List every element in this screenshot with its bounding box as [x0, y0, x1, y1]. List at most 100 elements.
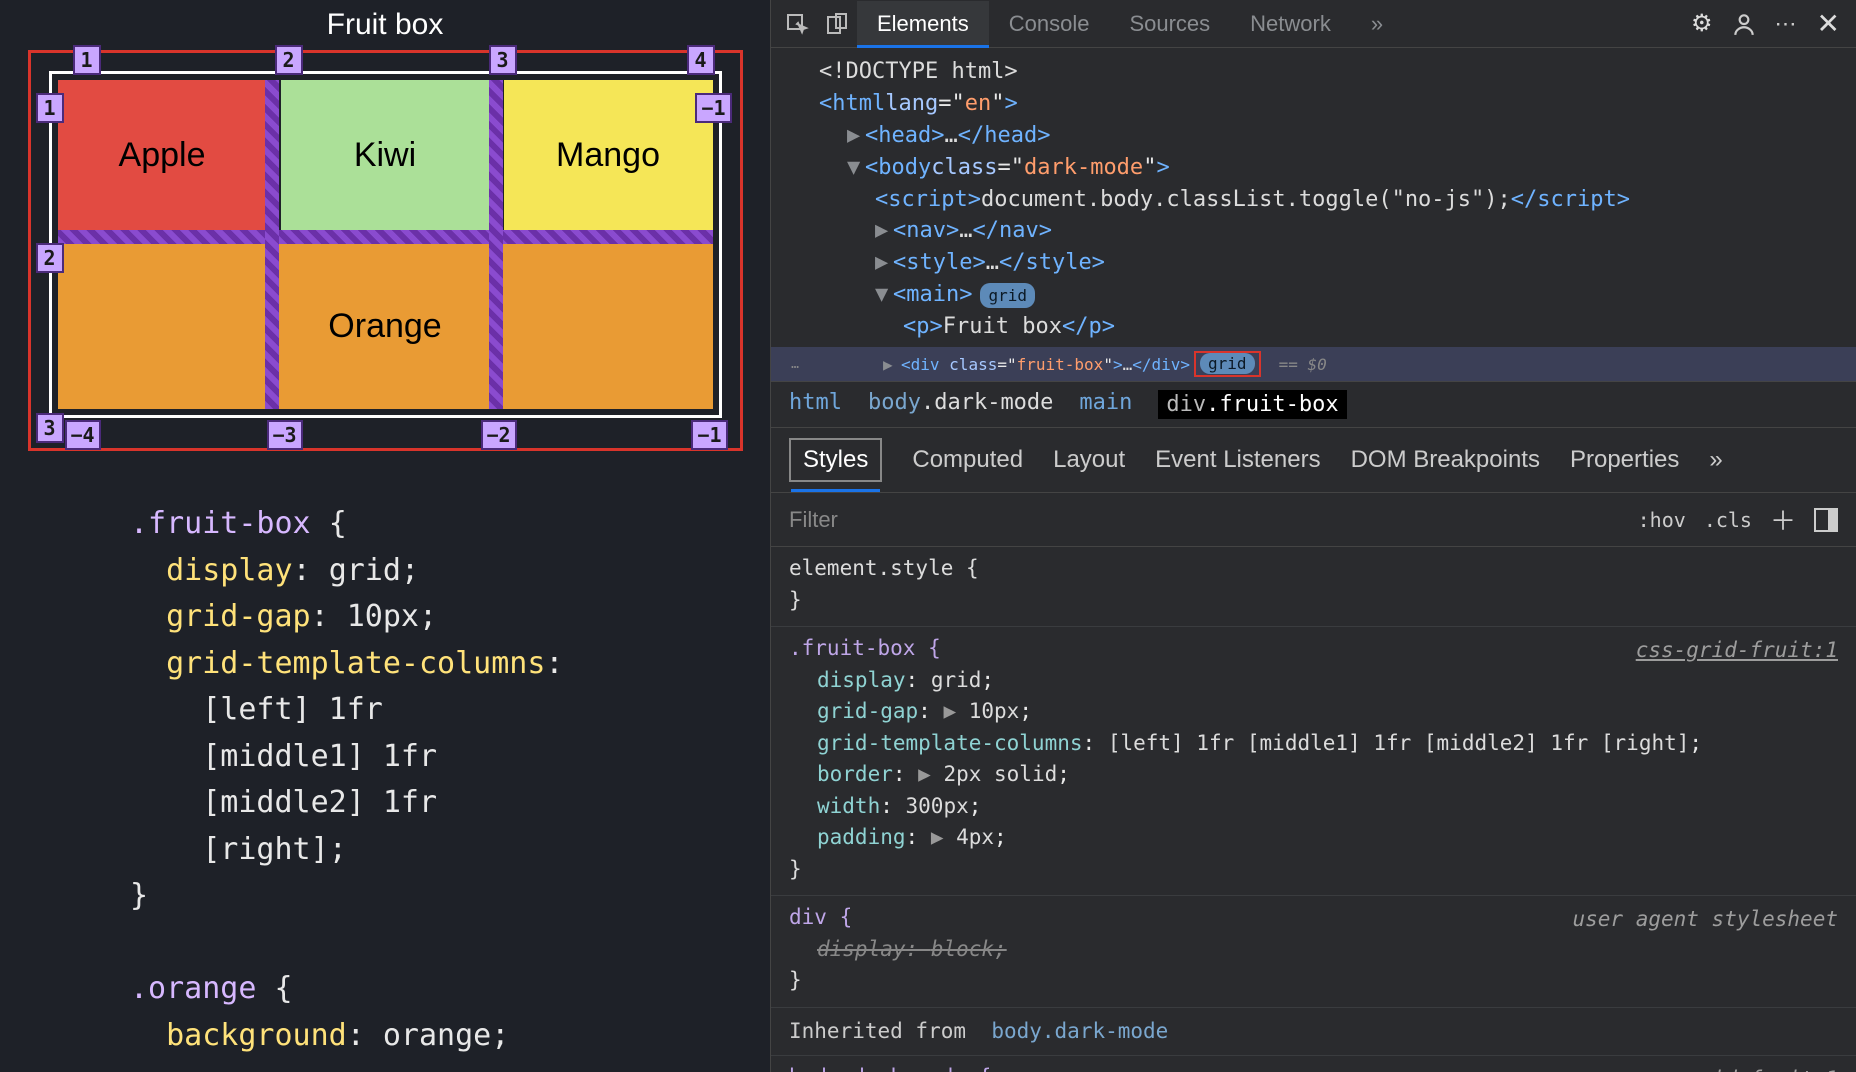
- settings-icon[interactable]: ⚙: [1691, 9, 1713, 38]
- rule-selector[interactable]: div {: [789, 905, 852, 929]
- dom-node[interactable]: <!DOCTYPE html>: [819, 56, 1018, 88]
- tab-computed[interactable]: Computed: [912, 446, 1023, 474]
- tab-event-listeners[interactable]: Event Listeners: [1155, 446, 1320, 474]
- css-val[interactable]: block: [931, 937, 994, 961]
- dom-selected-row[interactable]: … ▶<div class="fruit-box">…</div> grid =…: [771, 347, 1856, 381]
- rule-selector[interactable]: body.dark-mode {: [789, 1065, 991, 1072]
- styles-pane[interactable]: element.style { } css-grid-fruit:1 .frui…: [771, 547, 1856, 1072]
- tab-sources[interactable]: Sources: [1109, 1, 1230, 47]
- rule-element-style[interactable]: element.style { }: [771, 547, 1856, 627]
- tab-elements[interactable]: Elements: [857, 1, 989, 47]
- css-val[interactable]: 10px: [969, 699, 1020, 723]
- css-prop: background: [166, 1018, 347, 1053]
- css-prop: grid-template-columns: [166, 646, 545, 681]
- dom-node[interactable]: <body: [865, 152, 931, 184]
- grid-line-tag: 2: [36, 243, 64, 273]
- css-val[interactable]: grid: [931, 668, 982, 692]
- styles-tabbar: Styles Computed Layout Event Listeners D…: [771, 428, 1856, 493]
- tab-properties[interactable]: Properties: [1570, 446, 1679, 474]
- css-val: [right]: [202, 832, 328, 867]
- toggle-sidebar-icon[interactable]: [1814, 508, 1838, 532]
- dom-node[interactable]: <p>: [903, 311, 943, 343]
- css-prop[interactable]: width: [817, 794, 880, 818]
- grid-line-tag: 2: [275, 45, 303, 75]
- tab-dom-breakpoints[interactable]: DOM Breakpoints: [1351, 446, 1540, 474]
- crumb-div[interactable]: div.fruit-box: [1158, 390, 1346, 419]
- grid-line-tag: −1: [691, 420, 727, 450]
- fruit-box-grid: Apple Kiwi Mango Orange: [49, 71, 722, 418]
- css-val[interactable]: 300px: [906, 794, 969, 818]
- grid-cell-kiwi: Kiwi: [281, 80, 490, 230]
- rule-source-link[interactable]: css-grid-fruit:1: [1636, 635, 1838, 667]
- dom-node[interactable]: <head>: [865, 120, 944, 152]
- dom-tree[interactable]: <!DOCTYPE html> <html lang="en"> ▶<head>…: [771, 48, 1856, 347]
- cls-toggle[interactable]: .cls: [1704, 508, 1752, 532]
- rule-source-link[interactable]: css-grid-fruit:1: [1636, 1064, 1838, 1072]
- grid-line-tag: −1: [695, 93, 731, 123]
- css-val: 10px: [347, 599, 419, 634]
- device-toolbar-icon[interactable]: [817, 4, 857, 44]
- devtools-tabbar: Elements Console Sources Network » ⚙ ⋯ ✕: [771, 0, 1856, 48]
- rule-body-dark[interactable]: css-grid-fruit:1 body.dark-mode {: [771, 1056, 1856, 1072]
- css-prop[interactable]: padding: [817, 825, 906, 849]
- kebab-menu-icon[interactable]: ⋯: [1775, 11, 1799, 37]
- grid-cell-apple: Apple: [58, 80, 267, 230]
- tab-network[interactable]: Network: [1230, 1, 1351, 47]
- grid-line-tag: 1: [36, 93, 64, 123]
- grid-line-tag: 4: [687, 45, 715, 75]
- css-prop[interactable]: display: [817, 668, 906, 692]
- dollar-zero: == $0: [1279, 355, 1327, 374]
- css-selector: .fruit-box: [130, 506, 311, 541]
- crumb-html[interactable]: html: [789, 390, 842, 419]
- css-val: orange: [383, 1018, 491, 1053]
- dom-node[interactable]: <script>: [875, 184, 981, 216]
- account-icon[interactable]: [1731, 11, 1757, 37]
- rule-selector[interactable]: element.style {: [789, 556, 979, 580]
- grid-overlay-highlight: 1 2 3 4 1 2 3 −1 −4 −3 −2 −1 Apple Kiwi …: [28, 50, 743, 451]
- tab-console[interactable]: Console: [989, 1, 1110, 47]
- css-prop[interactable]: display: [817, 937, 906, 961]
- hov-toggle[interactable]: :hov: [1638, 508, 1686, 532]
- rule-user-agent[interactable]: user agent stylesheet div { display: blo…: [771, 896, 1856, 1008]
- dom-node[interactable]: <nav>: [893, 215, 959, 247]
- grid-badge-selected[interactable]: grid: [1200, 353, 1255, 374]
- crumb-body[interactable]: body.dark-mode: [868, 390, 1053, 419]
- grid-line-tag: 3: [36, 413, 64, 443]
- dom-node[interactable]: <html: [819, 88, 885, 120]
- devtools-panel: Elements Console Sources Network » ⚙ ⋯ ✕…: [770, 0, 1856, 1072]
- tab-styles-more[interactable]: »: [1709, 446, 1722, 474]
- grid-line-tag: −3: [267, 420, 303, 450]
- css-prop: display: [166, 553, 292, 588]
- page-title: Fruit box: [0, 8, 770, 42]
- css-val: [middle1] 1fr: [202, 739, 437, 774]
- rule-selector[interactable]: .fruit-box {: [789, 636, 941, 660]
- css-prop[interactable]: grid-template-columns: [817, 731, 1083, 755]
- dom-node[interactable]: <style>: [893, 247, 986, 279]
- tab-layout[interactable]: Layout: [1053, 446, 1125, 474]
- close-icon[interactable]: ✕: [1817, 7, 1840, 40]
- css-code-block: .fruit-box { display: grid; grid-gap: 10…: [130, 501, 770, 1059]
- css-prop[interactable]: grid-gap: [817, 699, 918, 723]
- rendered-page: Fruit box 1 2 3 4 1 2 3 −1 −4 −3 −2 −1 A…: [0, 0, 770, 1072]
- css-selector: .orange: [130, 971, 256, 1006]
- dom-node[interactable]: <main>: [893, 279, 972, 311]
- grid-badge[interactable]: grid: [980, 283, 1035, 308]
- rule-fruit-box[interactable]: css-grid-fruit:1 .fruit-box { display: g…: [771, 627, 1856, 896]
- grid-line-tag: −2: [481, 420, 517, 450]
- styles-filter-row: Filter :hov .cls ＋: [771, 493, 1856, 547]
- new-style-rule-icon[interactable]: ＋: [1770, 501, 1796, 538]
- inherited-from-link[interactable]: body.dark-mode: [991, 1019, 1168, 1043]
- css-val: grid: [329, 553, 401, 588]
- grid-line-tag: 3: [489, 45, 517, 75]
- crumb-main[interactable]: main: [1079, 390, 1132, 419]
- styles-filter-input[interactable]: Filter: [789, 507, 838, 533]
- css-val[interactable]: 4px: [956, 825, 994, 849]
- css-val: [middle2] 1fr: [202, 785, 437, 820]
- css-prop[interactable]: border: [817, 762, 893, 786]
- tab-styles[interactable]: Styles: [789, 438, 882, 482]
- inspect-element-icon[interactable]: [777, 4, 817, 44]
- grid-line-tag: 1: [73, 45, 101, 75]
- css-val[interactable]: 2px solid: [943, 762, 1057, 786]
- tab-more[interactable]: »: [1351, 1, 1403, 47]
- css-val[interactable]: [left] 1fr [middle1] 1fr [middle2] 1fr […: [1108, 731, 1690, 755]
